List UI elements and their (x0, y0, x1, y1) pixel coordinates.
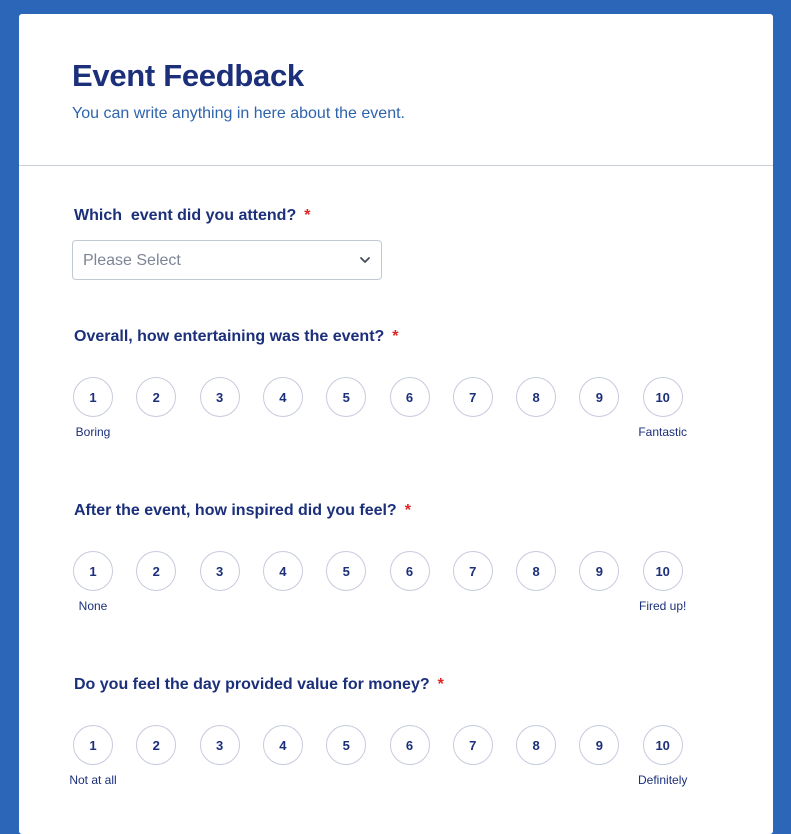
rating-option-9[interactable]: 9 (579, 725, 620, 765)
rating-option-1[interactable]: 1 (73, 551, 113, 591)
rating-option-5[interactable]: 5 (326, 377, 367, 417)
rating-option-6[interactable]: 6 (389, 725, 430, 765)
rating-option-2[interactable]: 2 (136, 377, 177, 417)
form-header: Event Feedback You can write anything in… (19, 14, 773, 166)
form-card: Event Feedback You can write anything in… (19, 14, 773, 834)
question-text: After the event, how inspired did you fe… (74, 502, 397, 519)
rating-option-2[interactable]: 2 (136, 551, 177, 591)
rating-option-8[interactable]: 8 (516, 551, 557, 591)
scale-max-caption: Definitely (638, 773, 688, 787)
rating-option-9[interactable]: 9 (579, 551, 620, 591)
question-label-event-attended: Which event did you attend? * (74, 207, 310, 225)
rating-option-5[interactable]: 5 (326, 725, 367, 765)
rating-option-10[interactable]: 10 (642, 725, 683, 765)
rating-option-4[interactable]: 4 (262, 725, 303, 765)
rating-option-10[interactable]: 10 (642, 551, 683, 591)
form-title: Event Feedback (72, 58, 304, 93)
rating-option-3[interactable]: 3 (199, 551, 240, 591)
chevron-down-icon (360, 257, 370, 263)
scale-max-caption: Fantastic (638, 425, 688, 439)
rating-option-3[interactable]: 3 (199, 725, 240, 765)
scale-min-caption: None (78, 599, 108, 613)
question-label-inspired: After the event, how inspired did you fe… (74, 502, 411, 520)
select-placeholder: Please Select (83, 252, 181, 269)
rating-option-8[interactable]: 8 (516, 377, 557, 417)
required-asterisk: * (404, 502, 411, 519)
rating-option-9[interactable]: 9 (579, 377, 620, 417)
rating-scale-inspired: 1 2 3 4 5 6 7 8 9 10 None Fired up! (19, 551, 773, 631)
rating-option-7[interactable]: 7 (452, 725, 493, 765)
required-asterisk: * (437, 676, 444, 693)
rating-option-6[interactable]: 6 (389, 551, 430, 591)
form-subtitle: You can write anything in here about the… (72, 105, 405, 122)
required-asterisk: * (392, 328, 399, 345)
question-text: Which event did you attend? (74, 207, 297, 224)
scale-min-caption: Boring (75, 425, 111, 439)
rating-option-1[interactable]: 1 (73, 725, 113, 765)
question-text: Overall, how entertaining was the event? (74, 328, 385, 345)
rating-option-2[interactable]: 2 (136, 725, 177, 765)
question-text: Do you feel the day provided value for m… (74, 676, 430, 693)
rating-option-5[interactable]: 5 (326, 551, 367, 591)
rating-option-8[interactable]: 8 (516, 725, 557, 765)
rating-option-4[interactable]: 4 (262, 551, 303, 591)
rating-scale-entertaining: 1 2 3 4 5 6 7 8 9 10 Boring Fantastic (19, 377, 773, 457)
required-asterisk: * (304, 207, 311, 224)
rating-option-10[interactable]: 10 (642, 377, 683, 417)
scale-min-caption: Not at all (69, 773, 117, 787)
rating-option-1[interactable]: 1 (73, 377, 113, 417)
rating-option-4[interactable]: 4 (262, 377, 303, 417)
rating-option-7[interactable]: 7 (452, 551, 493, 591)
rating-option-7[interactable]: 7 (452, 377, 493, 417)
rating-option-6[interactable]: 6 (389, 377, 430, 417)
rating-scale-value-for-money: 1 2 3 4 5 6 7 8 9 10 Not at all Definitely (19, 725, 773, 805)
scale-max-caption: Fired up! (639, 599, 687, 613)
question-label-value-for-money: Do you feel the day provided value for m… (74, 676, 444, 694)
event-select-dropdown[interactable]: Please Select (72, 240, 382, 280)
rating-option-3[interactable]: 3 (199, 377, 240, 417)
question-label-entertaining: Overall, how entertaining was the event?… (74, 328, 399, 346)
